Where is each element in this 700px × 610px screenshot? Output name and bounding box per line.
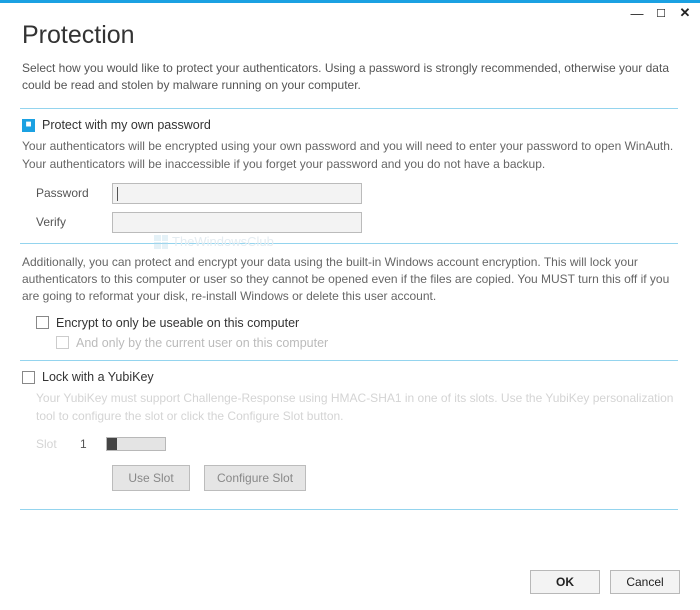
maximize-icon[interactable]: ☐	[654, 6, 668, 20]
slot-value: 1	[80, 437, 92, 451]
yubikey-section: Lock with a YubiKey Your YubiKey must su…	[22, 370, 678, 491]
protect-password-checkbox[interactable]: ■	[22, 119, 35, 132]
verify-input[interactable]	[112, 212, 362, 233]
minimize-icon[interactable]: —	[630, 6, 644, 20]
encrypt-user-label: And only by the current user on this com…	[76, 336, 328, 350]
configure-slot-button[interactable]: Configure Slot	[204, 465, 306, 491]
cancel-button[interactable]: Cancel	[610, 570, 680, 594]
password-section: ■ Protect with my own password Your auth…	[22, 118, 678, 233]
protect-password-label: Protect with my own password	[42, 118, 211, 132]
use-slot-button[interactable]: Use Slot	[112, 465, 190, 491]
slot-progress	[106, 437, 166, 451]
intro-text: Select how you would like to protect you…	[22, 60, 678, 94]
yubikey-checkbox[interactable]	[22, 371, 35, 384]
page-title: Protection	[22, 21, 678, 50]
ok-button[interactable]: OK	[530, 570, 600, 594]
slot-label: Slot	[36, 437, 66, 451]
encrypt-desc: Additionally, you can protect and encryp…	[22, 254, 678, 306]
encrypt-computer-label: Encrypt to only be useable on this compu…	[56, 316, 299, 330]
password-label: Password	[36, 186, 112, 200]
encrypt-computer-checkbox[interactable]	[36, 316, 49, 329]
yubikey-desc: Your YubiKey must support Challenge-Resp…	[22, 390, 678, 425]
password-desc: Your authenticators will be encrypted us…	[22, 138, 678, 173]
yubikey-label: Lock with a YubiKey	[42, 370, 154, 384]
encrypt-user-checkbox	[56, 336, 69, 349]
verify-label: Verify	[36, 215, 112, 229]
close-icon[interactable]: ✕	[678, 6, 692, 20]
password-input[interactable]	[112, 183, 362, 204]
encrypt-section: Additionally, you can protect and encryp…	[22, 254, 678, 350]
